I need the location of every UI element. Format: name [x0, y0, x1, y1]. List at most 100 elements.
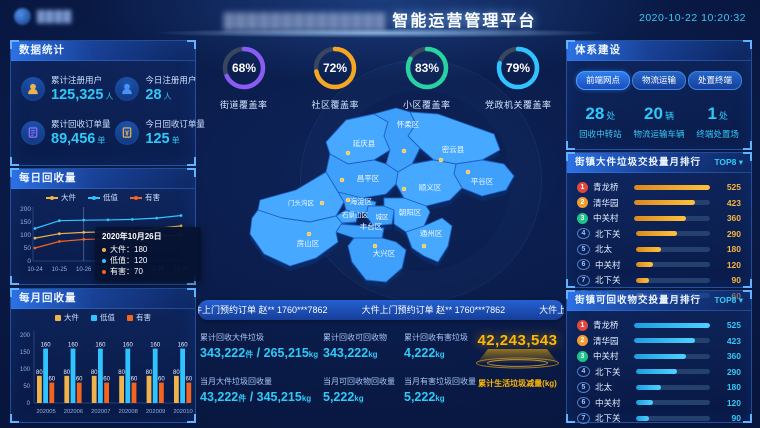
legend-item[interactable]: 低值	[91, 312, 115, 323]
map-marker-dot[interactable]	[439, 158, 443, 162]
panel-corner-accent	[566, 40, 575, 49]
legend-label: 有害	[136, 312, 151, 323]
tab-处置终端[interactable]: 处置终端	[688, 71, 742, 90]
rank-name: 中关村	[593, 212, 629, 224]
data-point	[58, 219, 61, 222]
dashboard-screen: ████ ██████████████智能运营管理平台 2020-10-22 1…	[0, 0, 760, 428]
rank-row: 4北下关290	[577, 227, 741, 241]
metric-unit: 辆	[665, 111, 674, 121]
bar-value-label: 80	[36, 370, 43, 376]
stat-unit: 单	[172, 136, 180, 145]
rank-bar-track	[636, 247, 710, 252]
rank-row: 5北太180	[577, 242, 741, 256]
rank2-top-dropdown[interactable]: TOP8 ▾	[714, 291, 743, 310]
panel-corner-accent	[187, 288, 196, 297]
map-marker-dot[interactable]	[307, 232, 311, 236]
legend-item[interactable]: 有害	[127, 312, 151, 323]
panel-corner-accent	[10, 157, 19, 166]
metric-label: 回收中转站	[571, 128, 630, 140]
legend-item[interactable]: 大件	[55, 312, 79, 323]
redacted-title-segment: ██████████████	[224, 13, 387, 30]
rank1-top-dropdown[interactable]: TOP8 ▾	[714, 153, 743, 172]
map-marker-dot[interactable]	[320, 201, 324, 205]
rank-value: 180	[715, 382, 741, 392]
data-point	[82, 219, 85, 222]
metric-value: 20辆	[630, 104, 689, 124]
rank-badge: 6	[577, 397, 590, 408]
map-district-label: 门头沟区	[288, 198, 315, 207]
panel-corner-accent	[187, 168, 196, 177]
legend-label: 低值	[103, 192, 118, 203]
legend-swatch	[130, 197, 142, 199]
bar	[186, 383, 191, 403]
map-marker-dot[interactable]	[402, 149, 406, 153]
tooltip-title: 2020年10月26日	[102, 231, 194, 242]
bar	[37, 376, 42, 403]
rank-badge: 2	[577, 335, 588, 346]
map-district-label: 丰台区	[360, 221, 383, 231]
map-marker-dot[interactable]	[402, 187, 406, 191]
panel-corner-accent	[187, 40, 196, 49]
legend-item[interactable]: 有害	[130, 192, 160, 203]
panel-rank-large-waste: 街镇大件垃圾交投量月排行 TOP8 ▾ 1青龙桥5252清华园4233中关村36…	[566, 152, 752, 288]
panel-daily-recovery: 每日回收量 大件低值有害 05010015020010-2410-2510-26…	[10, 168, 196, 285]
rank-value: 90	[715, 275, 741, 285]
rank-badge: 6	[577, 259, 590, 270]
bar	[71, 349, 76, 403]
x-axis-tick: 202007	[91, 409, 110, 415]
bar-value-label: 60	[131, 377, 138, 383]
bar-value-label: 160	[123, 343, 134, 349]
rank-name: 中关村	[595, 397, 631, 409]
map-marker-dot[interactable]	[346, 151, 350, 155]
gauge-percent: 79%	[506, 61, 530, 75]
summary-label: 当月有害垃圾回收量	[404, 376, 476, 387]
x-axis-tick: 202009	[146, 409, 165, 415]
total-reduction: 42,243,543 累计生活垃圾减量(kg)	[470, 332, 565, 389]
header: ████ ██████████████智能运营管理平台 2020-10-22 1…	[0, 0, 760, 36]
summary-cell: 当月有害垃圾回收量5,222kg	[404, 376, 476, 404]
legend-swatch	[55, 315, 61, 321]
map-district-label: 通州区	[420, 228, 443, 238]
map-marker-dot[interactable]	[422, 244, 426, 248]
system-metrics: 28处回收中转站20辆物流运输车辆1处终端处置场	[567, 94, 751, 140]
bar	[119, 376, 124, 403]
map-district-label: 大兴区	[373, 248, 396, 258]
panel-corner-accent	[743, 40, 752, 49]
map-marker-dot[interactable]	[466, 170, 470, 174]
rank-bar-track	[636, 400, 710, 405]
tooltip-row: 低值：120	[102, 255, 194, 266]
stat-text: 今日注册用户28人	[145, 74, 196, 103]
tab-物流运输[interactable]: 物流运输	[632, 71, 686, 90]
data-point	[131, 218, 134, 221]
bar-value-label: 160	[41, 343, 52, 349]
rank-name: 北太	[595, 243, 631, 255]
rank-bar-fill	[636, 400, 653, 405]
bar	[125, 349, 130, 403]
panel-system-build: 体系建设 前端网点物流运输处置终端 28处回收中转站20辆物流运输车辆1处终端处…	[566, 40, 752, 150]
y-axis-tick: 100	[20, 367, 31, 373]
legend-item[interactable]: 大件	[46, 192, 76, 203]
rank-value: 525	[715, 182, 741, 192]
data-point	[107, 219, 110, 222]
map-district-label: 城区	[376, 213, 390, 221]
summary-value: 343,222件 / 265,215kg	[200, 346, 318, 360]
map-district-shape[interactable]	[408, 112, 500, 164]
tab-前端网点[interactable]: 前端网点	[576, 71, 630, 90]
map-marker-dot[interactable]	[340, 178, 344, 182]
map-marker-dot[interactable]	[346, 198, 350, 202]
summary-value: 5,222kg	[323, 390, 395, 404]
rank-row: 1青龙桥525	[577, 180, 741, 194]
summary-cell: 当月大件垃圾回收量43,222件 / 345,215kg	[200, 376, 311, 404]
rank-bar-track	[634, 338, 710, 343]
bar-value-label: 160	[178, 343, 189, 349]
panel-data-stats-title: 数据统计	[11, 41, 195, 61]
map-marker-dot[interactable]	[373, 244, 377, 248]
legend-item[interactable]: 低值	[88, 192, 118, 203]
rank-row: 1青龙桥525	[577, 318, 741, 332]
total-reduction-value: 42,243,543	[470, 332, 565, 349]
rank-badge: 7	[577, 413, 590, 424]
rank-row: 7北下关90	[577, 273, 741, 287]
rank-row: 3中关村360	[577, 349, 741, 363]
rank-row: 5北太180	[577, 380, 741, 394]
metric-unit: 处	[719, 111, 728, 121]
